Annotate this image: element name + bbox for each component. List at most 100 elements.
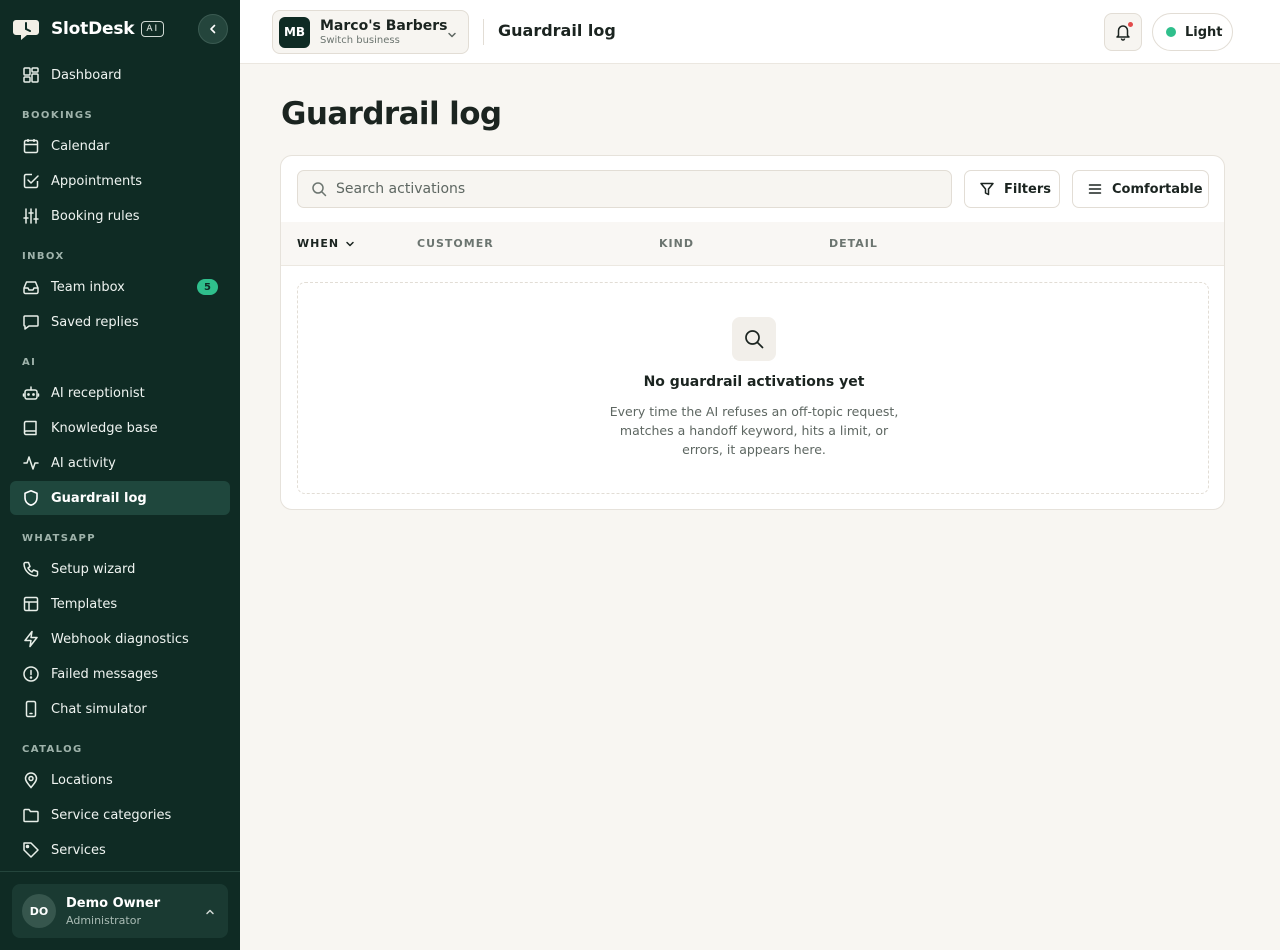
empty-state: No guardrail activations yet Every time … [297,282,1209,494]
density-label: Comfortable [1112,181,1203,197]
sidebar-item-ai-receptionist[interactable]: AI receptionist [10,376,230,410]
sidebar-item-label: AI receptionist [51,385,145,401]
sidebar-item-service-categories[interactable]: Service categories [10,798,230,832]
tag-icon [22,841,40,859]
sidebar-item-label: Services [51,842,106,858]
chevron-down-icon [446,26,458,45]
filters-label: Filters [1004,181,1051,197]
inbox-icon [22,278,40,296]
map-pin-icon [22,771,40,789]
user-role: Administrator [66,913,141,927]
sidebar-item-label: Failed messages [51,666,159,682]
sidebar-item-label: Locations [51,772,113,788]
business-switcher[interactable]: MB Marco's Barbers Switch business [272,10,469,54]
sidebar-item-label: Knowledge base [51,420,158,436]
sidebar-item-label: Team inbox [51,279,125,295]
chevron-down-icon [346,241,354,246]
section-title-inbox: INBOX [22,251,65,262]
section-title-catalog: CATALOG [22,744,83,755]
sidebar-item-knowledge-base[interactable]: Knowledge base [10,411,230,445]
column-header-when[interactable]: WHEN [297,237,355,250]
brand[interactable]: SlotDesk AI [12,14,165,44]
column-header-label: KIND [659,237,694,250]
sidebar-item-dashboard[interactable]: Dashboard [10,58,230,92]
column-header-customer[interactable]: CUSTOMER [417,237,494,250]
sidebar-item-label: Webhook diagnostics [51,631,189,647]
activity-icon [22,454,40,472]
chevron-up-icon [204,903,216,922]
sidebar-item-setup-wizard[interactable]: Setup wizard [10,552,230,586]
sidebar-item-label: AI activity [51,455,116,471]
sidebar-item-label: Chat simulator [51,701,147,717]
avatar: DO [22,894,56,928]
column-header-detail[interactable]: DETAIL [829,237,878,250]
business-avatar: MB [279,16,310,48]
business-switch-label: Switch business [320,35,400,46]
brand-name: SlotDesk [51,19,135,39]
menu-lines-icon [1088,184,1102,194]
theme-toggle[interactable]: Light [1152,13,1233,51]
ai-badge: AI [141,21,165,37]
dashboard-icon [22,66,40,84]
sidebar-item-label: Templates [51,596,118,612]
sidebar-item-guardrail-log[interactable]: Guardrail log [10,481,230,515]
section-title-ai: AI [22,357,37,368]
header-title: Guardrail log [498,21,616,40]
sidebar-item-calendar[interactable]: Calendar [10,129,230,163]
density-button[interactable]: Comfortable [1072,170,1209,208]
table-header: WHEN CUSTOMER KIND DETAIL [281,222,1224,266]
message-square-icon [22,313,40,331]
search-input[interactable] [336,181,916,197]
alert-circle-icon [22,665,40,683]
notifications-button[interactable] [1104,13,1142,51]
template-icon [22,595,40,613]
chevron-left-icon [210,24,216,34]
book-icon [22,419,40,437]
calendar-check-icon [22,172,40,190]
section-title-whatsapp: WHATSAPP [22,533,96,544]
slotdesk-logo-icon [12,15,40,43]
collapse-sidebar-button[interactable] [198,14,228,44]
unread-count-badge: 5 [197,279,218,295]
column-header-kind[interactable]: KIND [659,237,694,250]
sidebar-item-label: Saved replies [51,314,139,330]
column-header-label: DETAIL [829,237,878,250]
sidebar-item-saved-replies[interactable]: Saved replies [10,305,230,339]
page-title: Guardrail log [281,96,502,132]
column-header-label: CUSTOMER [417,237,494,250]
sidebar-item-locations[interactable]: Locations [10,763,230,797]
user-menu[interactable]: DO Demo Owner Administrator [12,884,228,938]
bot-icon [22,384,40,402]
sidebar-item-label: Guardrail log [51,490,147,506]
sidebar-item-webhook-diagnostics[interactable]: Webhook diagnostics [10,622,230,656]
sidebar-item-failed-messages[interactable]: Failed messages [10,657,230,691]
sidebar-item-label: Booking rules [51,208,140,224]
header-divider [483,19,484,45]
sidebar-item-ai-activity[interactable]: AI activity [10,446,230,480]
top-bar: MB Marco's Barbers Switch business Guard… [240,0,1280,64]
sidebar-item-templates[interactable]: Templates [10,587,230,621]
guardrail-log-card: Filters Comfortable WHEN CUSTOMER KIND D… [280,155,1225,510]
smartphone-icon [22,700,40,718]
sidebar-item-label: Setup wizard [51,561,136,577]
shield-icon [22,489,40,507]
sidebar-item-team-inbox[interactable]: Team inbox 5 [10,270,230,304]
calendar-icon [22,137,40,155]
sidebar-item-chat-simulator[interactable]: Chat simulator [10,692,230,726]
empty-state-title: No guardrail activations yet [643,374,865,390]
empty-state-description: Every time the AI refuses an off-topic r… [609,404,899,457]
user-name: Demo Owner [66,895,161,911]
filters-button[interactable]: Filters [964,170,1060,208]
sidebar-item-booking-rules[interactable]: Booking rules [10,199,230,233]
sidebar-item-label: Dashboard [51,67,122,83]
notification-dot [1128,22,1133,27]
sidebar-item-appointments[interactable]: Appointments [10,164,230,198]
search-box[interactable] [297,170,952,208]
theme-label: Light [1185,24,1223,40]
column-header-label: WHEN [297,237,340,250]
search-icon [312,182,327,197]
sidebar-item-label: Calendar [51,138,110,154]
zap-icon [22,630,40,648]
business-name: Marco's Barbers [320,18,448,34]
sidebar-item-services[interactable]: Services [10,833,230,867]
